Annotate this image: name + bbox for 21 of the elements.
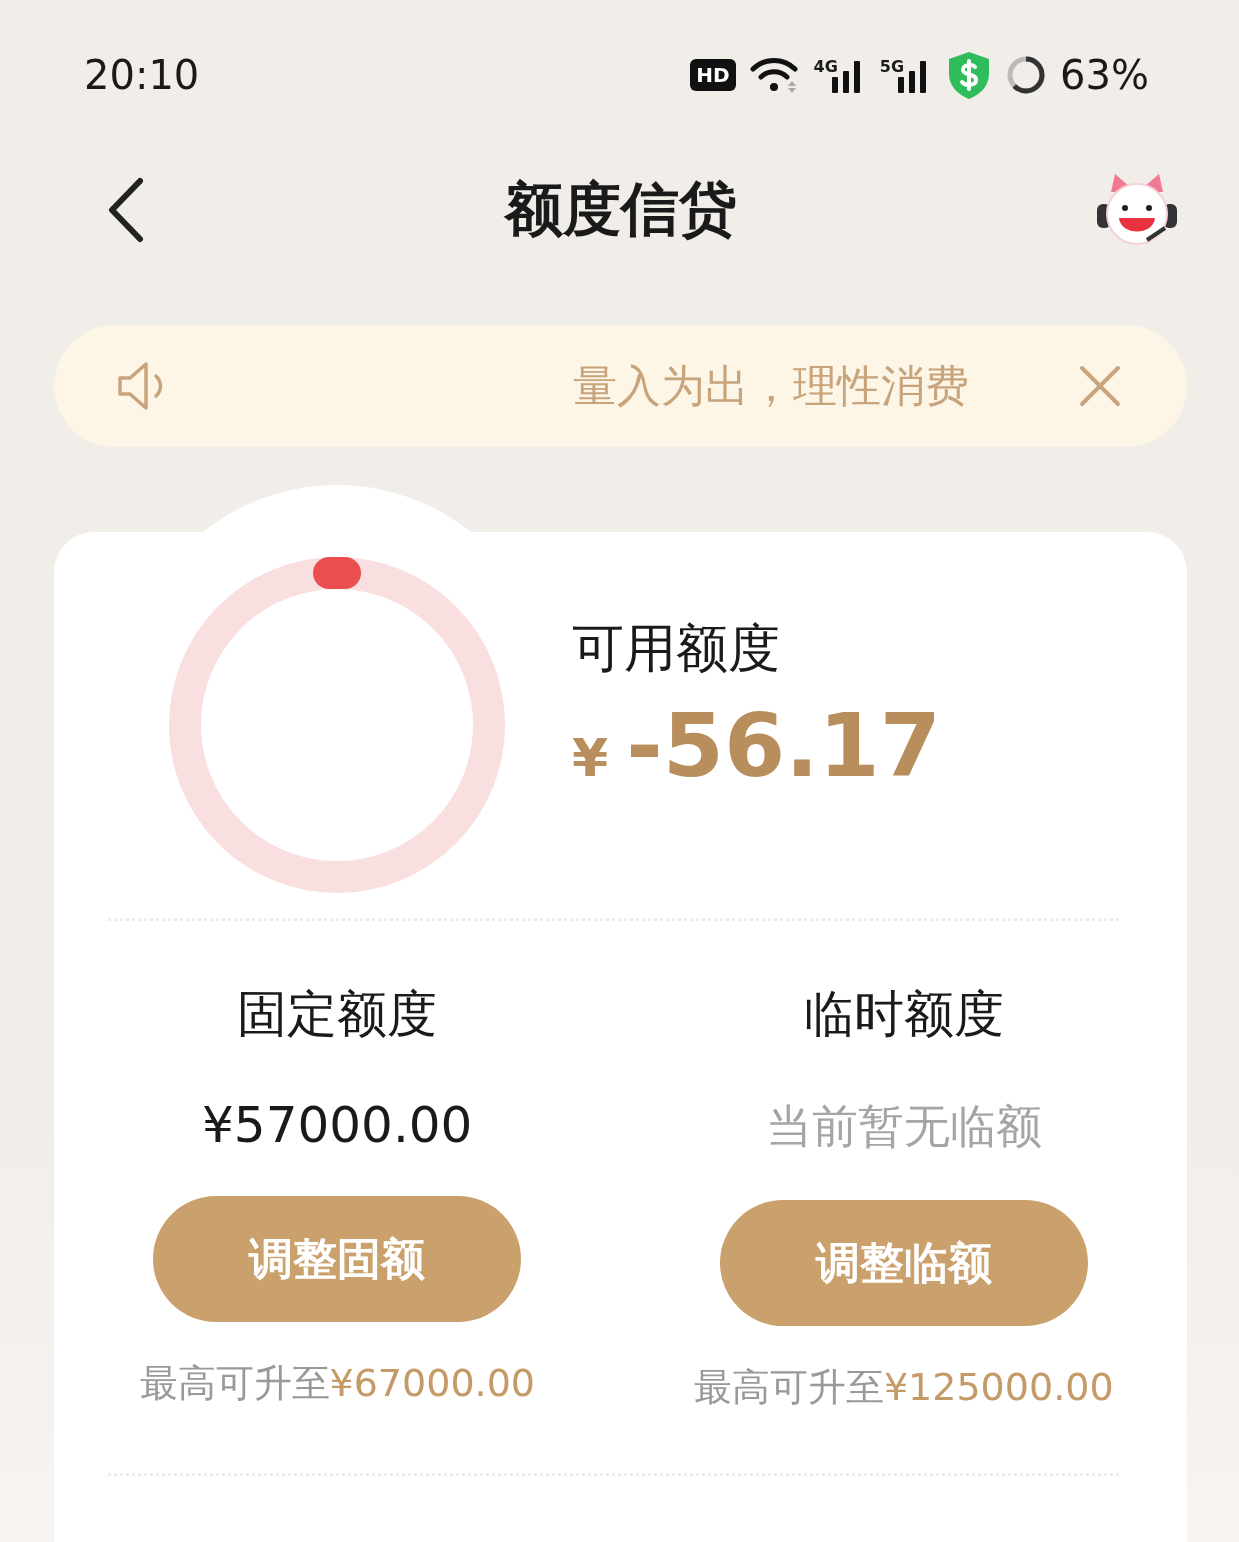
available-amount: -56.17 <box>626 693 942 797</box>
back-icon[interactable] <box>106 177 146 243</box>
upgrade-note: 最高可升至¥125000.00 <box>693 1364 1114 1411</box>
limit-title: 临时额度 <box>803 984 1004 1045</box>
battery-percent: 63% <box>1060 52 1149 98</box>
available-label: 可用额度 <box>572 616 781 680</box>
adjust-button[interactable]: 调整临额 <box>719 1200 1088 1326</box>
currency-sign: ¥ <box>572 727 609 788</box>
adjust-button[interactable]: 调整固额 <box>153 1196 522 1322</box>
upgrade-note: 最高可升至¥67000.00 <box>139 1360 535 1407</box>
status-time: 20:10 <box>84 52 200 98</box>
network-label: 4G <box>813 57 838 76</box>
network-label: 5G <box>879 57 905 76</box>
notice-text: 量入为出，理性消费 <box>572 358 969 413</box>
page-title: 额度信贷 <box>504 174 737 245</box>
limit-title: 固定额度 <box>237 984 438 1045</box>
limit-value: ¥57000.00 <box>202 1096 473 1154</box>
wifi-icon <box>749 55 800 95</box>
battery-icon <box>1006 55 1047 95</box>
hd-badge: HD <box>690 59 736 91</box>
limit-value: 当前暂无临额 <box>765 1098 1042 1155</box>
